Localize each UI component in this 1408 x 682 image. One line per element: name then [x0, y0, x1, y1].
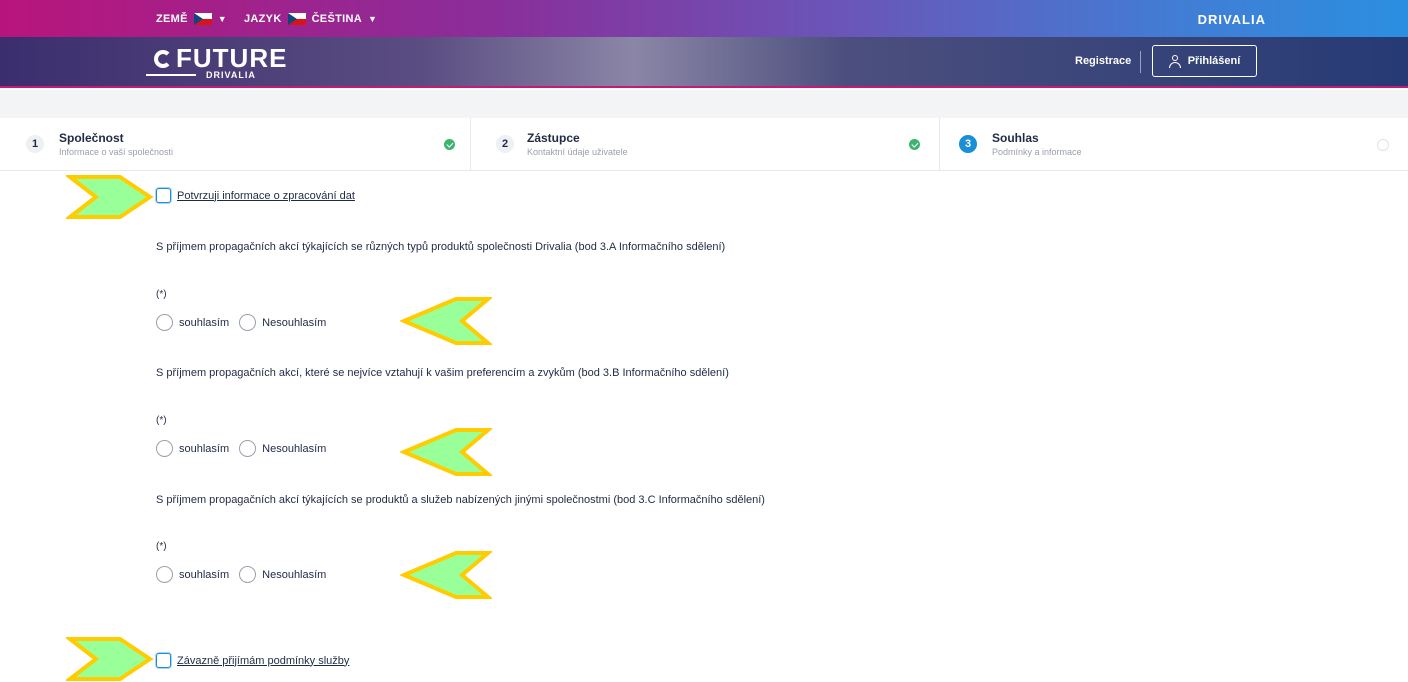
data-processing-checkbox-row[interactable]: Potvrzuji informace o zpracování dat	[156, 188, 355, 203]
step-subtitle: Informace o vaší společnosti	[59, 147, 174, 157]
agree-radio[interactable]	[156, 314, 173, 331]
right-arrow-annotation-icon	[66, 175, 154, 219]
disagree-option[interactable]: Nesouhlasím	[239, 440, 326, 457]
step-subtitle: Kontaktní údaje uživatele	[527, 147, 628, 157]
step-subtitle: Podmínky a informace	[992, 147, 1082, 157]
step-company[interactable]: 1 Společnost Informace o vaší společnost…	[0, 118, 470, 171]
language-selector[interactable]: JAZYK ČEŠTINA ▼	[244, 13, 377, 25]
register-link[interactable]: Registrace	[1075, 55, 1131, 67]
disagree-label: Nesouhlasím	[262, 316, 327, 329]
czech-flag-icon	[193, 13, 212, 25]
user-icon	[1168, 54, 1181, 68]
check-circle-icon	[909, 139, 920, 150]
step-title: Zástupce	[527, 131, 580, 145]
required-mark: (*)	[156, 415, 167, 426]
header-divider	[1140, 51, 1141, 73]
czech-flag-icon	[287, 13, 306, 25]
step-title: Souhlas	[992, 131, 1039, 145]
future-logo[interactable]: FUTURE DRIVALIA	[146, 43, 287, 80]
consent-radio-group-1: souhlasím Nesouhlasím	[156, 314, 336, 331]
data-processing-checkbox[interactable]	[156, 188, 171, 203]
step-title: Společnost	[59, 131, 124, 145]
required-mark: (*)	[156, 289, 167, 300]
language-label: JAZYK	[244, 13, 282, 25]
agree-label: souhlasím	[179, 442, 230, 455]
brand-logo: DRIVALIA	[1197, 12, 1266, 27]
disagree-option[interactable]: Nesouhlasím	[239, 566, 326, 583]
consent-question-2: S příjmem propagačních akcí, které se ne…	[156, 367, 729, 379]
step-representative[interactable]: 2 Zástupce Kontaktní údaje uživatele	[471, 118, 939, 171]
consent-radio-group-2: souhlasím Nesouhlasím	[156, 440, 336, 457]
step-number: 1	[26, 135, 44, 153]
agree-radio[interactable]	[156, 566, 173, 583]
header: FUTURE DRIVALIA Registrace Přihlášení	[0, 37, 1408, 88]
agree-radio[interactable]	[156, 440, 173, 457]
country-label: ZEMĚ	[156, 13, 188, 25]
logo-swirl-icon	[154, 49, 172, 68]
disagree-radio[interactable]	[239, 566, 257, 583]
login-button[interactable]: Přihlášení	[1152, 45, 1257, 77]
step-consent[interactable]: 3 Souhlas Podmínky a informace	[940, 118, 1408, 171]
terms-checkbox[interactable]	[156, 653, 171, 668]
terms-label[interactable]: Závazně přijímám podmínky služby	[177, 655, 349, 667]
data-processing-label[interactable]: Potvrzuji informace o zpracování dat	[177, 190, 355, 202]
check-circle-icon	[444, 139, 455, 150]
disagree-label: Nesouhlasím	[262, 442, 327, 455]
chevron-down-icon: ▼	[367, 14, 378, 24]
language-value: ČEŠTINA	[311, 13, 362, 25]
consent-question-3: S příjmem propagačních akcí týkajících s…	[156, 494, 765, 506]
consent-question-1: S příjmem propagačních akcí týkajících s…	[156, 241, 726, 253]
country-selector[interactable]: ZEMĚ ▼	[156, 13, 227, 25]
required-mark: (*)	[156, 541, 167, 552]
agree-option[interactable]: souhlasím	[156, 566, 229, 583]
login-label: Přihlášení	[1187, 55, 1241, 67]
left-arrow-annotation-icon	[400, 297, 492, 345]
left-arrow-annotation-icon	[400, 428, 492, 476]
step-number: 2	[496, 135, 514, 153]
agree-option[interactable]: souhlasím	[156, 314, 229, 331]
chevron-down-icon: ▼	[217, 14, 227, 24]
disagree-radio[interactable]	[239, 440, 257, 457]
disagree-label: Nesouhlasím	[262, 568, 327, 581]
consent-radio-group-3: souhlasím Nesouhlasím	[156, 566, 336, 583]
terms-checkbox-row[interactable]: Závazně přijímám podmínky služby	[156, 653, 349, 668]
agree-option[interactable]: souhlasím	[156, 440, 229, 457]
empty-circle-icon	[1377, 139, 1389, 151]
disagree-option[interactable]: Nesouhlasím	[239, 314, 326, 331]
right-arrow-annotation-icon	[66, 637, 154, 681]
stepper: 1 Společnost Informace o vaší společnost…	[0, 118, 1408, 171]
logo-sub-text: DRIVALIA	[206, 70, 256, 80]
step-number: 3	[959, 135, 977, 153]
left-arrow-annotation-icon	[400, 551, 492, 599]
top-bar: ZEMĚ ▼ JAZYK ČEŠTINA ▼ DRIVALIA	[0, 0, 1408, 37]
agree-label: souhlasím	[179, 316, 230, 329]
disagree-radio[interactable]	[239, 314, 257, 331]
spacer-band	[0, 90, 1408, 118]
agree-label: souhlasím	[179, 568, 230, 581]
